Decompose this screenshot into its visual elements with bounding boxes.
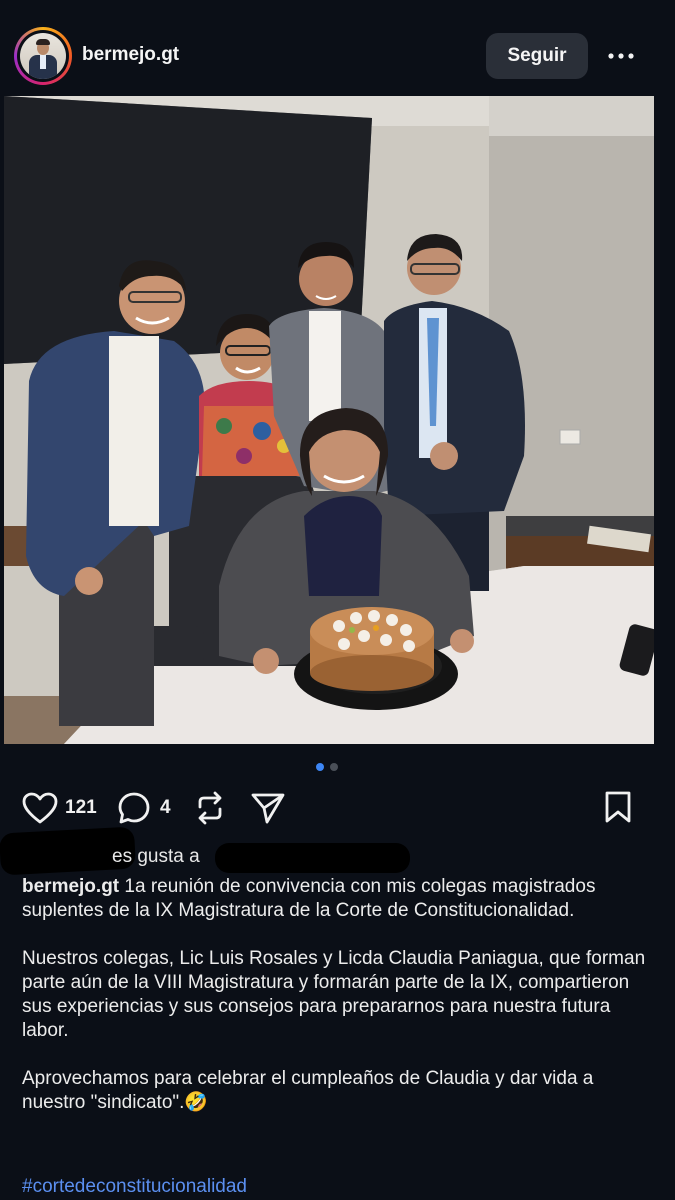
more-horizontal-icon[interactable] (606, 44, 636, 68)
carousel-dot (330, 763, 338, 771)
caption-paragraph-2: Nuestros colegas, Lic Luis Rosales y Lic… (22, 948, 646, 1041)
post-header: bermejo.gt Seguir (0, 0, 675, 96)
avatar[interactable] (14, 27, 72, 85)
profile-photo (20, 33, 66, 79)
caption-username[interactable]: bermejo.gt (22, 876, 119, 897)
follow-button[interactable]: Seguir (486, 33, 588, 79)
post-caption: bermejo.gt 1a reunión de convivencia con… (22, 875, 652, 1115)
comments-count[interactable]: 4 (160, 797, 171, 819)
caption-paragraph-3: Aprovechamos para celebrar el cumpleaños… (22, 1068, 594, 1113)
post-photo[interactable] (4, 96, 654, 744)
comment-icon[interactable] (117, 791, 151, 825)
username-link[interactable]: bermejo.gt (82, 44, 179, 66)
carousel-indicator (316, 763, 338, 771)
bookmark-icon[interactable] (604, 790, 632, 824)
liked-by-fragment: es gusta a (112, 846, 200, 867)
heart-icon[interactable] (22, 792, 58, 824)
repost-icon[interactable] (194, 791, 226, 825)
redaction-mark (215, 843, 410, 873)
photo-illustration (4, 96, 654, 744)
hashtag-link[interactable]: #cortedeconstitucionalidad (22, 1176, 247, 1198)
carousel-dot-active (316, 763, 324, 771)
likes-count[interactable]: 121 (65, 797, 97, 819)
share-icon[interactable] (250, 791, 286, 825)
